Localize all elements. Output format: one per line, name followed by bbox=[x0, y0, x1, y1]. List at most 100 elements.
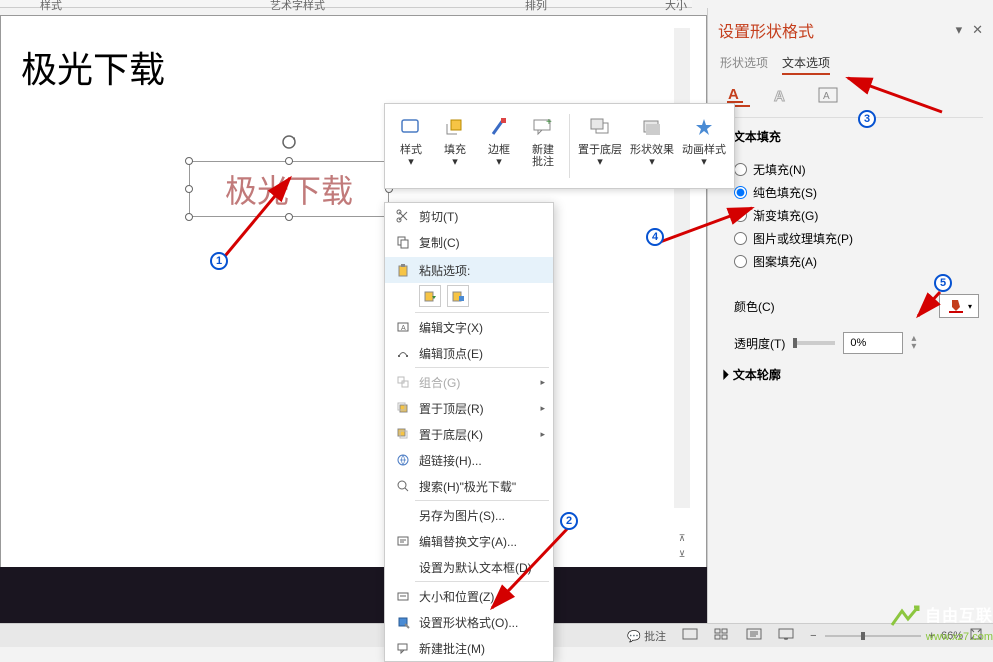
ctx-cut[interactable]: 剪切(T) bbox=[385, 203, 553, 229]
timeline-strip bbox=[0, 567, 707, 623]
send-back-icon bbox=[393, 424, 413, 444]
svg-text:A: A bbox=[823, 91, 830, 102]
shape-effects-button[interactable]: 形状效果▾ bbox=[626, 110, 678, 182]
new-comment-button[interactable]: + 新建批注 bbox=[521, 110, 565, 182]
ctx-format-shape[interactable]: 设置形状格式(O)... bbox=[385, 609, 553, 635]
svg-text:+: + bbox=[546, 117, 552, 128]
annotation-badge-1: 1 bbox=[210, 252, 228, 270]
cut-icon bbox=[393, 206, 413, 226]
size-icon bbox=[393, 586, 413, 606]
svg-text:A: A bbox=[774, 88, 785, 105]
fill-button[interactable]: 填充▾ bbox=[433, 110, 477, 182]
format-shape-icon bbox=[393, 612, 413, 632]
text-effects-icon[interactable]: A bbox=[768, 83, 796, 107]
comment-icon: + bbox=[529, 114, 557, 140]
tab-shape-options[interactable]: 形状选项 bbox=[720, 52, 768, 75]
rotate-handle-icon[interactable] bbox=[281, 134, 297, 150]
outline-button[interactable]: 边框▾ bbox=[477, 110, 521, 182]
ctx-hyperlink[interactable]: 超链接(H)... bbox=[385, 447, 553, 473]
resize-handle[interactable] bbox=[285, 213, 293, 221]
resize-handle[interactable] bbox=[185, 213, 193, 221]
zoom-out-icon[interactable]: − bbox=[810, 630, 816, 642]
color-picker-button[interactable]: ▾ bbox=[939, 294, 979, 318]
copy-icon bbox=[393, 232, 413, 252]
search-icon bbox=[393, 476, 413, 496]
ctx-send-back[interactable]: 置于底层(K)▸ bbox=[385, 421, 553, 447]
ctx-default-textbox[interactable]: 设置为默认文本框(D) bbox=[385, 554, 553, 580]
paste-picture[interactable] bbox=[447, 285, 469, 307]
svg-text:A: A bbox=[401, 325, 406, 332]
send-back-icon bbox=[586, 114, 614, 140]
alt-text-icon bbox=[393, 531, 413, 551]
style-icon bbox=[397, 114, 425, 140]
format-shape-pane: 设置形状格式 ▾ ✕ 形状选项 文本选项 A A A ◢ 文本填充 bbox=[707, 8, 993, 647]
textbox-icon[interactable]: A bbox=[814, 83, 842, 107]
view-reading-icon[interactable] bbox=[746, 627, 762, 644]
ctx-save-as-pic[interactable]: 另存为图片(S)... bbox=[385, 502, 553, 528]
slide-canvas[interactable]: 极光下载 极光下载 bbox=[0, 15, 707, 573]
star-icon bbox=[690, 114, 718, 140]
comment-icon bbox=[393, 638, 413, 658]
transparency-slider[interactable] bbox=[793, 341, 835, 345]
prev-slide-icon[interactable]: ⊼ bbox=[674, 530, 690, 546]
outline-icon bbox=[485, 114, 513, 140]
pane-close-icon[interactable]: ✕ bbox=[972, 22, 983, 38]
tab-text-options[interactable]: 文本选项 bbox=[782, 52, 830, 75]
paste-keep-format[interactable] bbox=[419, 285, 441, 307]
send-back-button[interactable]: 置于底层▾ bbox=[574, 110, 626, 182]
radio-no-fill[interactable]: 无填充(N) bbox=[734, 161, 981, 178]
mini-toolbar: 样式▾ 填充▾ 边框▾ + 新建批注 置于底层▾ 形状效果▾ 动画样式▾ bbox=[384, 103, 735, 189]
resize-handle[interactable] bbox=[285, 157, 293, 165]
ctx-edit-alt[interactable]: 编辑替换文字(A)... bbox=[385, 528, 553, 554]
section-text-fill-label: 文本填充 bbox=[733, 128, 781, 145]
watermark: 自由互联 www.xz7.com bbox=[888, 602, 993, 643]
vertical-scrollbar[interactable] bbox=[674, 28, 690, 508]
ctx-edit-points[interactable]: 编辑顶点(E) bbox=[385, 340, 553, 366]
pane-dropdown-icon[interactable]: ▾ bbox=[956, 22, 963, 38]
pane-title: 设置形状格式 bbox=[718, 18, 814, 42]
group-icon bbox=[393, 372, 413, 392]
ctx-size-position[interactable]: 大小和位置(Z)... bbox=[385, 583, 553, 609]
textbox-content: 极光下载 bbox=[225, 166, 353, 212]
section-text-outline-label: 文本轮廓 bbox=[733, 366, 781, 383]
ctx-group: 组合(G)▸ bbox=[385, 369, 553, 395]
ctx-new-comment[interactable]: 新建批注(M) bbox=[385, 635, 553, 661]
radio-solid-fill[interactable]: 纯色填充(S) bbox=[734, 184, 981, 201]
status-comments[interactable]: 💬 批注 bbox=[627, 628, 666, 644]
view-sorter-icon[interactable] bbox=[714, 627, 730, 644]
radio-picture-fill[interactable]: 图片或纹理填充(P) bbox=[734, 230, 981, 247]
style-button[interactable]: 样式▾ bbox=[389, 110, 433, 182]
slide-title-text: 极光下载 bbox=[21, 41, 165, 93]
ctx-bring-front[interactable]: 置于顶层(R)▸ bbox=[385, 395, 553, 421]
next-slide-icon[interactable]: ⊻ bbox=[674, 546, 690, 562]
ctx-edit-text[interactable]: A编辑文字(X) bbox=[385, 314, 553, 340]
caret-right-icon: ◢ bbox=[717, 368, 730, 381]
transparency-label: 透明度(T) bbox=[734, 335, 785, 352]
ctx-copy[interactable]: 复制(C) bbox=[385, 229, 553, 255]
section-text-outline[interactable]: ◢ 文本轮廓 bbox=[708, 362, 993, 387]
effects-icon bbox=[638, 114, 666, 140]
radio-gradient-fill[interactable]: 渐变填充(G) bbox=[734, 207, 981, 224]
bring-front-icon bbox=[393, 398, 413, 418]
selected-textbox[interactable]: 极光下载 bbox=[189, 161, 389, 217]
edit-text-icon: A bbox=[393, 317, 413, 337]
paste-icon bbox=[393, 260, 413, 280]
stepper-down-icon[interactable]: ▾ bbox=[911, 343, 916, 351]
resize-handle[interactable] bbox=[185, 185, 193, 193]
annotation-badge-3: 3 bbox=[858, 110, 876, 128]
context-menu: 剪切(T) 复制(C) 粘贴选项: A编辑文字(X) 编辑顶点(E) 组合(G)… bbox=[384, 202, 554, 662]
svg-text:A: A bbox=[728, 86, 739, 103]
transparency-input[interactable] bbox=[843, 332, 903, 354]
annotation-badge-5: 5 bbox=[934, 274, 952, 292]
anim-styles-button[interactable]: 动画样式▾ bbox=[678, 110, 730, 182]
ctx-paste-options: 粘贴选项: bbox=[385, 257, 553, 283]
fill-icon bbox=[441, 114, 469, 140]
edit-points-icon bbox=[393, 343, 413, 363]
ctx-search[interactable]: 搜索(H)"极光下载" bbox=[385, 473, 553, 499]
annotation-badge-4: 4 bbox=[646, 228, 664, 246]
view-normal-icon[interactable] bbox=[682, 627, 698, 644]
radio-pattern-fill[interactable]: 图案填充(A) bbox=[734, 253, 981, 270]
resize-handle[interactable] bbox=[185, 157, 193, 165]
section-text-fill[interactable]: ◢ 文本填充 bbox=[708, 124, 993, 149]
view-slideshow-icon[interactable] bbox=[778, 627, 794, 644]
